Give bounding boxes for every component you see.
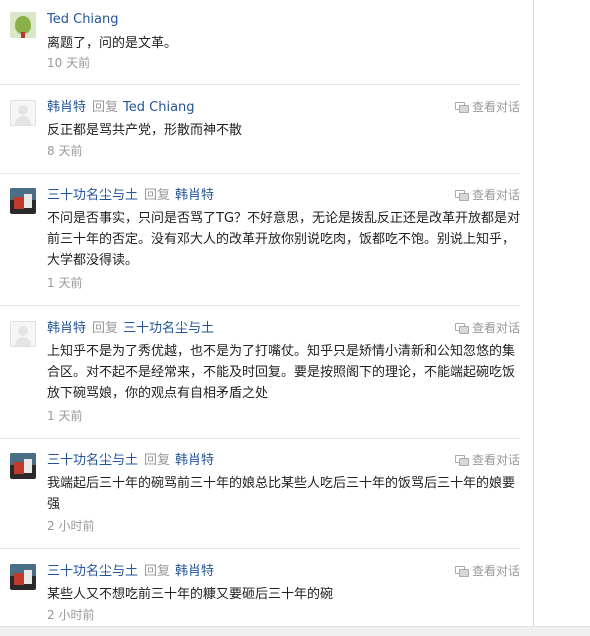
author-link[interactable]: 三十功名尘与土 (47, 564, 138, 579)
reply-label: 回复 (144, 453, 171, 468)
comment-meta: 三十功名尘与土 回复 韩肖特 (47, 188, 214, 204)
reply-label: 回复 (92, 321, 119, 336)
comment-time: 10 天前 (47, 56, 91, 70)
conversation-icon (455, 190, 469, 201)
photo-avatar[interactable] (10, 188, 36, 214)
comment-time: 2 小时前 (47, 519, 95, 533)
view-conversation-label: 查看对话 (472, 188, 521, 202)
photo-avatar[interactable] (10, 453, 36, 479)
conversation-icon (455, 102, 469, 113)
comment-meta: 三十功名尘与土 回复 韩肖特 (47, 453, 214, 469)
ted-chiang-avatar[interactable] (10, 12, 36, 38)
reply-target-link[interactable]: Ted Chiang (123, 100, 195, 115)
reply-label: 回复 (144, 188, 171, 203)
view-conversation-link[interactable]: 查看对话 (455, 452, 520, 468)
comment-text: 我端起后三十年的碗骂前三十年的娘总比某些人吃后三十年的饭骂后三十年的娘要强 (47, 476, 516, 512)
view-conversation-label: 查看对话 (472, 100, 521, 114)
comment-meta: Ted Chiang (47, 12, 119, 28)
view-conversation-label: 查看对话 (472, 453, 521, 467)
view-conversation-link[interactable]: 查看对话 (455, 187, 520, 203)
author-link[interactable]: 韩肖特 (47, 321, 86, 336)
author-link[interactable]: Ted Chiang (47, 12, 119, 27)
comment-text: 不问是否事实，只问是否骂了TG？不好意思，无论是拨乱反正还是改革开放都是对前三十… (47, 211, 521, 268)
reply-label: 回复 (92, 100, 119, 115)
view-conversation-label: 查看对话 (472, 564, 521, 578)
divider (0, 548, 520, 549)
divider (0, 173, 520, 174)
comment-text: 离题了，问的是文革。 (47, 36, 178, 51)
conversation-icon (455, 566, 469, 577)
reply-target-link[interactable]: 韩肖特 (175, 453, 214, 468)
reply-target-link[interactable]: 三十功名尘与土 (123, 321, 214, 336)
author-link[interactable]: 三十功名尘与土 (47, 453, 138, 468)
view-conversation-link[interactable]: 查看对话 (455, 99, 520, 115)
comment-text: 上知乎不是为了秀优越，也不是为了打嘴仗。知乎只是矫情小清新和公知忽悠的集合区。对… (47, 344, 516, 401)
comment-time: 1 天前 (47, 276, 83, 290)
divider (0, 305, 520, 306)
scrollbar-track[interactable] (533, 0, 534, 635)
comment-meta: 三十功名尘与土 回复 韩肖特 (47, 564, 214, 580)
comment-meta: 韩肖特 回复 Ted Chiang (47, 100, 195, 116)
view-conversation-link[interactable]: 查看对话 (455, 320, 520, 336)
default-avatar[interactable] (10, 100, 36, 126)
photo-avatar[interactable] (10, 564, 36, 590)
comment-text: 反正都是骂共产党，形散而神不散 (47, 123, 243, 138)
comment-text: 某些人又不想吃前三十年的糠又要砸后三十年的碗 (47, 587, 334, 602)
view-conversation-label: 查看对话 (472, 321, 521, 335)
reply-target-link[interactable]: 韩肖特 (175, 564, 214, 579)
comment-time: 8 天前 (47, 144, 83, 158)
conversation-icon (455, 323, 469, 334)
comment-meta: 韩肖特 回复 三十功名尘与土 (47, 321, 214, 337)
view-conversation-link[interactable]: 查看对话 (455, 563, 520, 579)
conversation-icon (455, 455, 469, 466)
comment-time: 1 天前 (47, 409, 83, 423)
reply-target-link[interactable]: 韩肖特 (175, 188, 214, 203)
default-avatar[interactable] (10, 321, 36, 347)
comment-time: 2 小时前 (47, 608, 95, 622)
divider (0, 438, 520, 439)
author-link[interactable]: 三十功名尘与土 (47, 188, 138, 203)
author-link[interactable]: 韩肖特 (47, 100, 86, 115)
reply-label: 回复 (144, 564, 171, 579)
divider (0, 84, 520, 85)
